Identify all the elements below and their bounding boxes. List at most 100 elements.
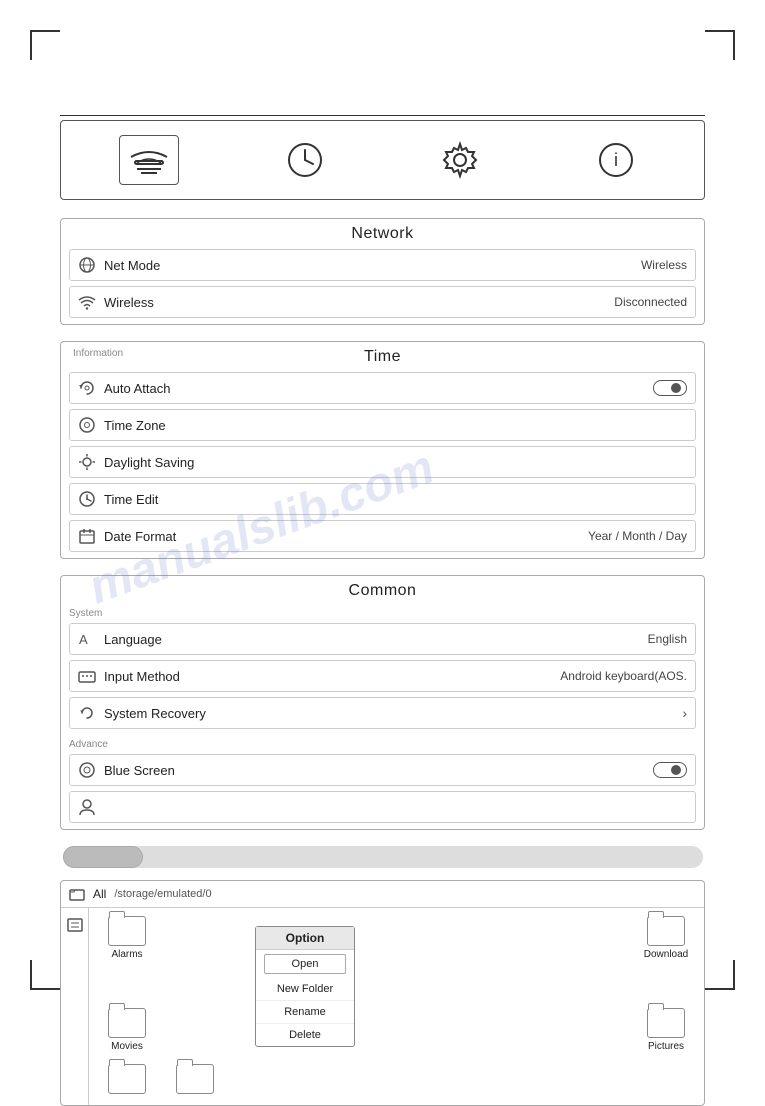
- blue-screen-toggle-knob: [671, 765, 681, 775]
- daylight-icon: [78, 453, 96, 471]
- svg-text:A: A: [79, 632, 88, 647]
- rename-item[interactable]: Rename: [256, 1001, 354, 1024]
- language-row[interactable]: A Language English: [69, 623, 696, 655]
- settings-nav-icon: [440, 140, 480, 180]
- blue-screen-left: Blue Screen: [78, 761, 175, 779]
- clock-nav-icon: [285, 140, 325, 180]
- bluescreen-icon: [78, 761, 96, 779]
- file-manager-panel: All /storage/emulated/0 A: [60, 880, 705, 1106]
- folder-download[interactable]: Download: [636, 916, 696, 996]
- open-button[interactable]: Open: [264, 954, 346, 974]
- timezone-row[interactable]: Time Zone: [69, 409, 696, 441]
- language-icon: A: [78, 630, 96, 648]
- folder-extra-1[interactable]: [97, 1064, 157, 1097]
- info-nav-icon: i: [596, 140, 636, 180]
- folder-download-icon: [647, 916, 685, 946]
- folder-movies-label: Movies: [111, 1041, 143, 1052]
- timezone-label: Time Zone: [104, 418, 166, 433]
- date-format-label: Date Format: [104, 529, 176, 544]
- common-panel: Common System A Language English: [60, 575, 705, 830]
- time-edit-row[interactable]: Time Edit: [69, 483, 696, 515]
- folder-pictures-label: Pictures: [648, 1041, 684, 1052]
- input-icon: [78, 667, 96, 685]
- folder-alarms[interactable]: Alarms: [97, 916, 157, 996]
- top-divider: [60, 115, 705, 116]
- netmode-value: Wireless: [641, 258, 687, 272]
- daylight-left: Daylight Saving: [78, 453, 194, 471]
- time-edit-label: Time Edit: [104, 492, 158, 507]
- corner-bottom-left: [30, 960, 60, 990]
- timezone-left: Time Zone: [78, 416, 166, 434]
- scrollbar-area: [60, 846, 705, 868]
- system-recovery-chevron: ›: [682, 705, 687, 721]
- file-grid: Alarms Option Open New Folder Rename Del…: [89, 908, 704, 1105]
- system-label: System: [61, 604, 704, 621]
- date-format-value: Year / Month / Day: [588, 529, 687, 543]
- user-row[interactable]: [69, 791, 696, 823]
- auto-attach-label: Auto Attach: [104, 381, 171, 396]
- input-method-row[interactable]: Input Method Android keyboard(AOS.: [69, 660, 696, 692]
- nav-info[interactable]: i: [586, 135, 646, 185]
- new-folder-item[interactable]: New Folder: [256, 978, 354, 1001]
- time-title: Time: [61, 342, 704, 370]
- network-panel: Network Net Mode Wireless: [60, 218, 705, 325]
- system-recovery-label: System Recovery: [104, 706, 206, 721]
- folder-extra-1-icon: [108, 1064, 146, 1094]
- input-method-value: Android keyboard(AOS.: [560, 669, 687, 683]
- wireless-left: Wireless: [78, 293, 154, 311]
- date-format-left: Date Format: [78, 527, 176, 545]
- refresh-icon: [78, 379, 96, 397]
- common-title: Common: [61, 576, 704, 604]
- user-icon: [78, 798, 96, 816]
- file-sidebar-icon: [66, 916, 84, 934]
- globe-icon: [78, 256, 96, 274]
- file-header: All /storage/emulated/0: [61, 881, 704, 908]
- auto-attach-toggle[interactable]: [653, 380, 687, 396]
- file-body: Alarms Option Open New Folder Rename Del…: [61, 908, 704, 1105]
- nav-clock[interactable]: [275, 135, 335, 185]
- wireless-row[interactable]: Wireless Disconnected: [69, 286, 696, 318]
- scrollbar-thumb[interactable]: [63, 846, 143, 868]
- advance-label: Advance: [61, 735, 704, 752]
- input-method-label: Input Method: [104, 669, 180, 684]
- nav-settings[interactable]: [430, 135, 490, 185]
- date-format-row[interactable]: Date Format Year / Month / Day: [69, 520, 696, 552]
- wireless-label: Wireless: [104, 295, 154, 310]
- auto-attach-row[interactable]: Auto Attach: [69, 372, 696, 404]
- daylight-saving-row[interactable]: Daylight Saving: [69, 446, 696, 478]
- folder-extra-2[interactable]: [165, 1064, 225, 1097]
- input-method-left: Input Method: [78, 667, 180, 685]
- scrollbar-track[interactable]: [63, 846, 703, 868]
- delete-item[interactable]: Delete: [256, 1024, 354, 1046]
- netmode-row[interactable]: Net Mode Wireless: [69, 249, 696, 281]
- time-edit-left: Time Edit: [78, 490, 158, 508]
- nav-wifi[interactable]: [119, 135, 179, 185]
- folder-alarms-icon: [108, 916, 146, 946]
- blue-screen-row[interactable]: Blue Screen: [69, 754, 696, 786]
- corner-top-right: [705, 30, 735, 60]
- time-panel: Information Time Auto Attach: [60, 341, 705, 559]
- language-value: English: [648, 632, 687, 646]
- netmode-label: Net Mode: [104, 258, 160, 273]
- dateformat-icon: [78, 527, 96, 545]
- file-sidebar: [61, 908, 89, 1105]
- option-title: Option: [256, 927, 354, 950]
- icon-nav-bar: i: [60, 120, 705, 200]
- recovery-icon: [78, 704, 96, 722]
- wifi-small-icon: [78, 293, 96, 311]
- folder-pictures[interactable]: Pictures: [636, 1008, 696, 1052]
- blue-screen-label: Blue Screen: [104, 763, 175, 778]
- corner-bottom-right: [705, 960, 735, 990]
- common-advance-rows: Blue Screen: [61, 752, 704, 829]
- common-system-rows: A Language English Input Method: [61, 621, 704, 735]
- user-left: [78, 798, 96, 816]
- corner-top-left: [30, 30, 60, 60]
- folder-pictures-icon: [647, 1008, 685, 1038]
- network-title: Network: [61, 219, 704, 247]
- blue-screen-toggle[interactable]: [653, 762, 687, 778]
- system-recovery-left: System Recovery: [78, 704, 206, 722]
- system-recovery-row[interactable]: System Recovery ›: [69, 697, 696, 729]
- language-label: Language: [104, 632, 162, 647]
- folder-movies[interactable]: Movies: [97, 1008, 157, 1052]
- timezone-icon: [78, 416, 96, 434]
